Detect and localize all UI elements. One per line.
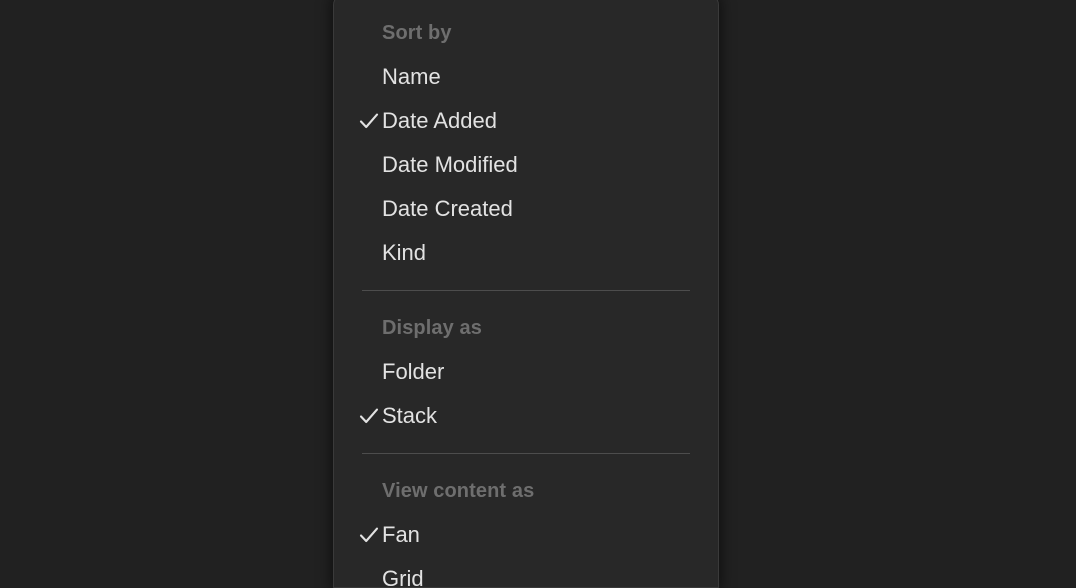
menu-item-fan[interactable]: Fan (334, 513, 718, 557)
menu-item-label: Kind (382, 240, 427, 265)
menu-item-label: Date Modified (382, 152, 518, 177)
menu-separator (362, 453, 690, 454)
menu-item-name[interactable]: Name (334, 55, 718, 99)
menu-item-label: Name (382, 64, 441, 89)
context-menu: Sort by Name Date Added Date Modified Da… (333, 0, 719, 588)
checkmark-icon (359, 527, 379, 543)
menu-item-date-added[interactable]: Date Added (334, 99, 718, 143)
checkmark-slot (334, 405, 382, 427)
menu-section-view-content-as: View content as Fan Grid (334, 469, 718, 588)
menu-item-stack[interactable]: Stack (334, 394, 718, 438)
section-header-view-content-as: View content as (382, 480, 535, 502)
menu-section-display-as: Display as Folder Stack (334, 306, 718, 438)
menu-separator (362, 290, 690, 291)
menu-item-label: Stack (382, 403, 438, 428)
menu-item-label: Grid (382, 566, 424, 588)
checkmark-icon (359, 408, 379, 424)
checkmark-slot (334, 110, 382, 132)
menu-item-label: Folder (382, 359, 445, 384)
menu-item-grid[interactable]: Grid (334, 557, 718, 588)
menu-item-label: Fan (382, 522, 420, 547)
checkmark-icon (359, 113, 379, 129)
menu-item-folder[interactable]: Folder (334, 350, 718, 394)
menu-item-kind[interactable]: Kind (334, 231, 718, 275)
section-header-sort-by: Sort by (382, 22, 452, 44)
menu-item-label: Date Created (382, 196, 513, 221)
menu-item-date-modified[interactable]: Date Modified (334, 143, 718, 187)
checkmark-slot (334, 524, 382, 546)
menu-item-label: Date Added (382, 108, 497, 133)
menu-item-date-created[interactable]: Date Created (334, 187, 718, 231)
section-header-display-as: Display as (382, 317, 482, 339)
menu-section-sort-by: Sort by Name Date Added Date Modified Da… (334, 0, 718, 275)
